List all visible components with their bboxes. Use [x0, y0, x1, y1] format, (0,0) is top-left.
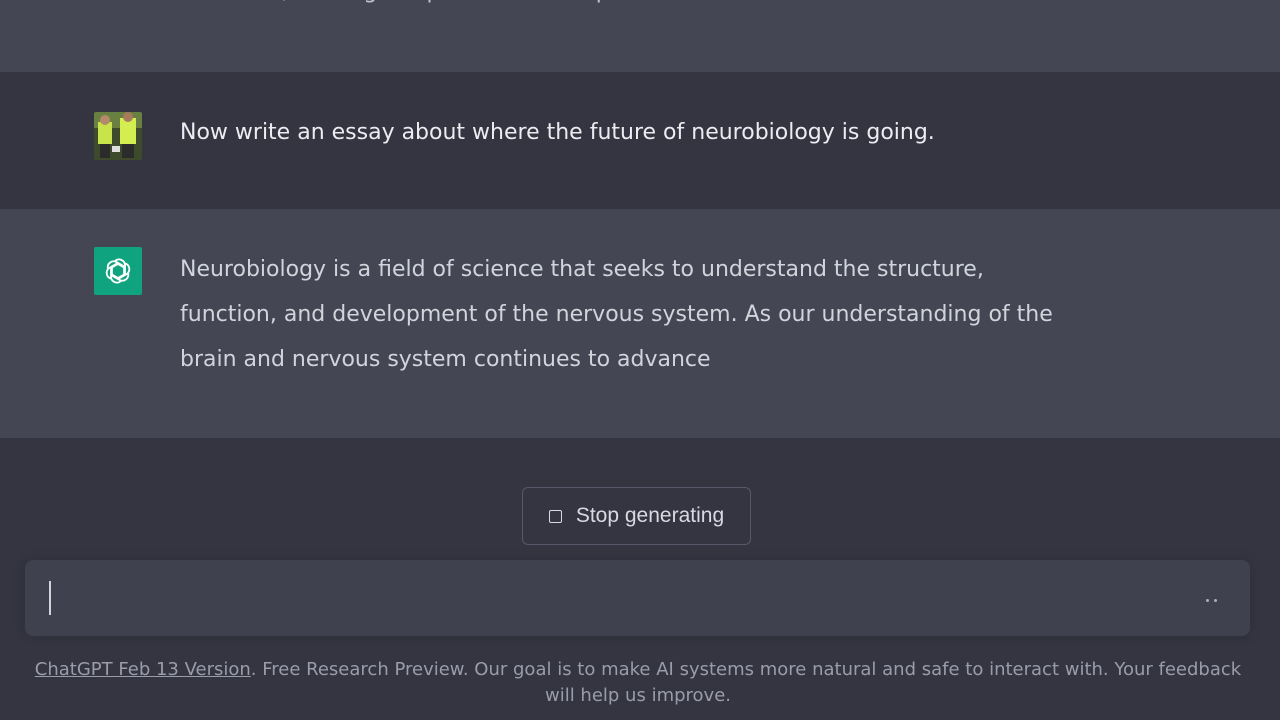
- version-link[interactable]: ChatGPT Feb 13 Version: [35, 659, 251, 680]
- assistant-message: Neurobiology is a field of science that …: [0, 209, 1280, 438]
- typing-dots-icon: [1206, 599, 1217, 602]
- assistant-avatar: [94, 247, 142, 295]
- user-message-text: Now write an essay about where the futur…: [180, 120, 935, 145]
- user-message: Now write an essay about where the futur…: [0, 72, 1280, 209]
- footer-text: . Free Research Preview. Our goal is to …: [250, 659, 1242, 706]
- user-avatar: [94, 112, 142, 160]
- stop-generating-button[interactable]: Stop generating: [522, 487, 751, 545]
- openai-logo-icon: [105, 258, 131, 284]
- message-input[interactable]: [47, 578, 1191, 620]
- chat-page: disorders, making it a positive and impo…: [0, 0, 1280, 720]
- message-composer[interactable]: [25, 560, 1250, 636]
- previous-assistant-message: disorders, making it a positive and impo…: [0, 0, 1280, 72]
- footer-disclaimer: ChatGPT Feb 13 Version. Free Research Pr…: [20, 657, 1256, 709]
- stop-generating-label: Stop generating: [575, 504, 725, 527]
- previous-message-text: disorders, making it a positive and impo…: [180, 0, 1080, 14]
- stop-square-icon: [548, 509, 562, 523]
- assistant-message-text: Neurobiology is a field of science that …: [180, 257, 1053, 372]
- text-caret: [49, 581, 51, 615]
- user-avatar-photo-icon: [94, 112, 142, 160]
